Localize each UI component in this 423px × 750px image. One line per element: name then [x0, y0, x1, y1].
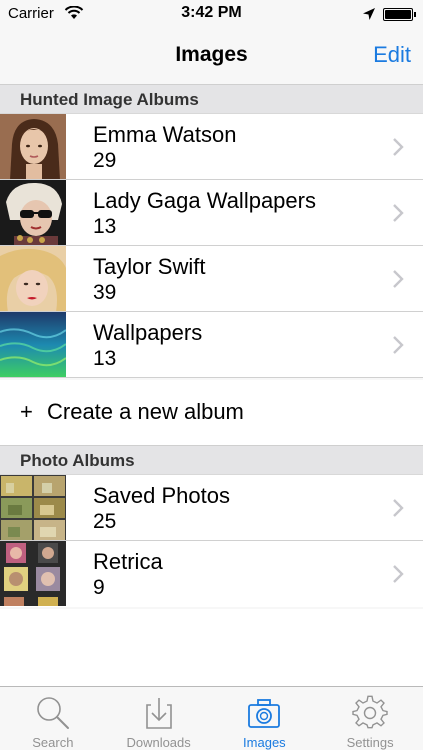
battery-icon [383, 8, 416, 21]
status-time: 3:42 PM [181, 4, 242, 21]
list-empty-area [0, 609, 423, 686]
album-row-retrica[interactable]: Retrica 9 [0, 541, 423, 607]
section-header-label: Hunted Image Albums [20, 90, 199, 109]
album-count: 13 [93, 215, 117, 238]
album-thumbnail [0, 246, 66, 311]
create-album-label: Create a new album [47, 399, 244, 424]
tab-search[interactable]: Search [0, 687, 106, 750]
section-header-photo-albums: Photo Albums [0, 445, 423, 475]
tab-label: Images [243, 735, 286, 750]
chevron-right-icon [393, 499, 404, 517]
album-name: Retrica [93, 549, 163, 574]
chevron-right-icon [393, 270, 404, 288]
album-name: Taylor Swift [93, 254, 206, 279]
edit-button[interactable]: Edit [373, 42, 411, 68]
album-thumbnail [0, 114, 66, 179]
search-icon [37, 697, 69, 729]
chevron-right-icon [393, 204, 404, 222]
chevron-right-icon [393, 565, 404, 583]
album-thumbnail [0, 312, 66, 377]
album-thumbnail [0, 180, 66, 245]
album-name: Saved Photos [93, 483, 230, 508]
tab-label: Settings [346, 735, 394, 750]
section-header-hunted: Hunted Image Albums [0, 84, 423, 114]
status-bar: Carrier 3:42 PM [0, 0, 423, 30]
location-arrow-icon [363, 8, 375, 20]
album-count: 39 [93, 281, 117, 304]
chevron-right-icon [393, 336, 404, 354]
album-row-wallpapers[interactable]: Wallpapers 13 [0, 312, 423, 378]
tab-downloads[interactable]: Downloads [106, 687, 212, 750]
section-header-label: Photo Albums [20, 451, 135, 470]
tab-bar: Search Downloads Images Settings [0, 686, 423, 750]
tab-settings[interactable]: Settings [317, 687, 423, 750]
album-thumbnail [0, 475, 66, 540]
page-title: Images [175, 43, 248, 66]
album-row-emma-watson[interactable]: Emma Watson 29 [0, 114, 423, 180]
create-album-button[interactable]: + Create a new album [0, 380, 423, 446]
camera-icon [248, 699, 281, 728]
gear-icon [352, 695, 388, 729]
chevron-right-icon [393, 138, 404, 156]
album-name: Lady Gaga Wallpapers [93, 188, 316, 213]
album-count: 25 [93, 510, 117, 533]
tab-label: Search [32, 735, 74, 750]
album-name: Emma Watson [93, 122, 237, 147]
album-row-taylor-swift[interactable]: Taylor Swift 39 [0, 246, 423, 312]
album-count: 13 [93, 347, 117, 370]
album-thumbnail [0, 541, 66, 606]
album-count: 29 [93, 149, 117, 172]
navigation-bar: Images Edit [0, 30, 423, 84]
album-count: 9 [93, 576, 105, 599]
plus-icon: + [20, 399, 33, 424]
album-row-lady-gaga-wallpapers[interactable]: Lady Gaga Wallpapers 13 [0, 180, 423, 246]
album-row-saved-photos[interactable]: Saved Photos 25 [0, 475, 423, 541]
tab-images[interactable]: Images [212, 687, 318, 750]
tab-label: Downloads [126, 735, 191, 750]
album-name: Wallpapers [93, 320, 203, 345]
download-icon [145, 698, 172, 729]
